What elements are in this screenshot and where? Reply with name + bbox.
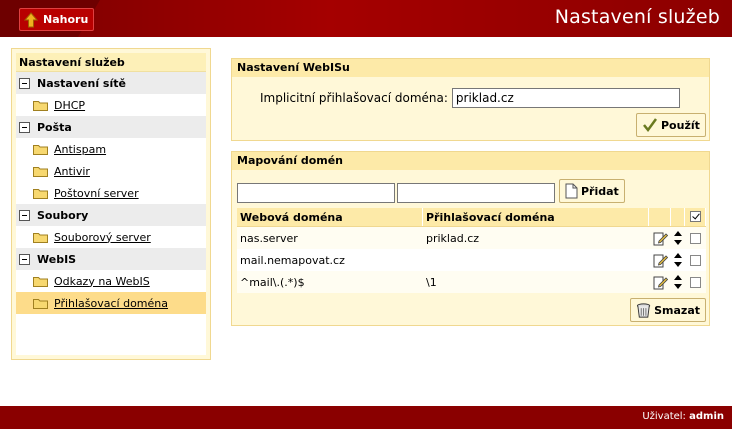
folder-icon — [33, 188, 48, 199]
tree-title: Nastavení služeb — [16, 53, 206, 72]
tree-group-label: Pošta — [37, 120, 72, 134]
footer-bar: Uživatel: admin — [0, 406, 732, 429]
move-up-down-icon[interactable] — [673, 274, 683, 290]
tree-group-webis[interactable]: WebIS — [16, 248, 206, 270]
tree-item-mail-server[interactable]: Poštovní server — [16, 182, 206, 204]
collapse-icon[interactable] — [19, 77, 30, 89]
up-arrow-icon — [24, 11, 38, 27]
default-domain-label: Implicitní přihlašovací doména: — [260, 91, 448, 105]
column-header-web-domain[interactable]: Webová doména — [237, 208, 423, 226]
tree-group-label: Nastavení sítě — [37, 76, 126, 90]
up-button[interactable]: Nahoru — [19, 8, 94, 31]
tree-group-label: WebIS — [37, 252, 77, 266]
login-domain-input[interactable] — [397, 183, 555, 203]
folder-icon — [33, 144, 48, 155]
row-checkbox[interactable] — [690, 232, 701, 244]
tree-group-mail[interactable]: Pošta — [16, 116, 206, 138]
folder-icon — [33, 166, 48, 177]
collapse-icon[interactable] — [19, 121, 30, 133]
edit-icon[interactable] — [653, 275, 668, 290]
web-domain-cell: nas.server — [240, 231, 298, 245]
user-info: Uživatel: admin — [642, 411, 724, 422]
user-label: Uživatel: — [642, 411, 686, 422]
login-domain-cell: priklad.cz — [426, 231, 480, 245]
folder-icon — [33, 276, 48, 287]
tree-item-antispam[interactable]: Antispam — [16, 138, 206, 160]
move-up-down-icon[interactable] — [673, 230, 683, 246]
table-row[interactable]: mail.nemapovat.cz — [237, 249, 706, 271]
services-tree-panel: Nastavení služeb Nastavení sítě DHCP Poš… — [11, 48, 211, 360]
tree-item-label[interactable]: DHCP — [54, 99, 85, 112]
trash-icon — [636, 302, 651, 318]
new-document-icon — [565, 183, 578, 199]
table-header: Webová doména Přihlašovací doména — [237, 208, 706, 227]
tree-item-label[interactable]: Odkazy na WebIS — [54, 275, 150, 288]
header-bar: Nahoru Nastavení služeb — [0, 0, 732, 37]
move-up-down-icon[interactable] — [673, 252, 683, 268]
column-header-login-domain[interactable]: Přihlašovací doména — [423, 208, 649, 226]
default-domain-input[interactable] — [451, 88, 680, 108]
login-domain-cell: \1 — [426, 275, 437, 289]
web-domain-cell: mail.nemapovat.cz — [240, 253, 345, 267]
web-domain-input[interactable] — [237, 183, 395, 203]
tree-group-network[interactable]: Nastavení sítě — [16, 72, 206, 94]
table-row[interactable]: nas.server priklad.cz — [237, 227, 706, 249]
page-title: Nastavení služeb — [554, 6, 720, 28]
delete-button-label: Smazat — [654, 303, 700, 317]
panel-title: Mapování domén — [232, 152, 709, 170]
folder-icon — [33, 298, 48, 309]
row-checkbox[interactable] — [690, 276, 701, 288]
services-tree: Nastavení služeb Nastavení sítě DHCP Poš… — [16, 53, 206, 355]
mapping-inputs — [237, 183, 555, 203]
web-domain-cell: ^mail\.(.*)$ — [240, 275, 305, 289]
apply-button-label: Použít — [661, 118, 700, 132]
tree-item-file-server[interactable]: Souborový server — [16, 226, 206, 248]
edit-icon[interactable] — [653, 231, 668, 246]
tree-item-login-domain[interactable]: Přihlašovací doména — [16, 292, 206, 314]
row-checkbox[interactable] — [690, 254, 701, 266]
add-button[interactable]: Přidat — [559, 179, 625, 203]
collapse-icon[interactable] — [19, 253, 30, 265]
select-all-cell — [685, 208, 706, 226]
tree-item-label[interactable]: Poštovní server — [54, 187, 139, 200]
folder-icon — [33, 232, 48, 243]
folder-icon — [33, 100, 48, 111]
tree-item-label[interactable]: Antispam — [54, 143, 106, 156]
tree-group-label: Soubory — [37, 208, 89, 222]
add-button-label: Přidat — [581, 184, 619, 198]
tree-item-label[interactable]: Přihlašovací doména — [54, 297, 168, 310]
table-row[interactable]: ^mail\.(.*)$ \1 — [237, 271, 706, 293]
delete-button[interactable]: Smazat — [630, 298, 706, 322]
tree-group-files[interactable]: Soubory — [16, 204, 206, 226]
select-all-checkbox[interactable] — [689, 211, 701, 222]
collapse-icon[interactable] — [19, 209, 30, 221]
apply-button[interactable]: Použít — [636, 113, 706, 137]
tree-item-dhcp[interactable]: DHCP — [16, 94, 206, 116]
webis-settings-panel: Nastavení WebISu Implicitní přihlašovací… — [231, 58, 710, 141]
tree-item-webis-links[interactable]: Odkazy na WebIS — [16, 270, 206, 292]
domain-mapping-panel: Mapování domén Přidat Webová doména Přih… — [231, 151, 710, 326]
edit-icon[interactable] — [653, 253, 668, 268]
tree-item-antivir[interactable]: Antivir — [16, 160, 206, 182]
tree-item-label[interactable]: Antivir — [54, 165, 90, 178]
tree-item-label[interactable]: Souborový server — [54, 231, 151, 244]
mapping-table: Webová doména Přihlašovací doména nas.se… — [237, 208, 706, 293]
default-domain-row: Implicitní přihlašovací doména: — [260, 88, 680, 108]
checkmark-icon — [643, 118, 658, 133]
up-button-label: Nahoru — [43, 13, 89, 26]
panel-title: Nastavení WebISu — [232, 59, 709, 77]
user-name: admin — [689, 411, 724, 422]
